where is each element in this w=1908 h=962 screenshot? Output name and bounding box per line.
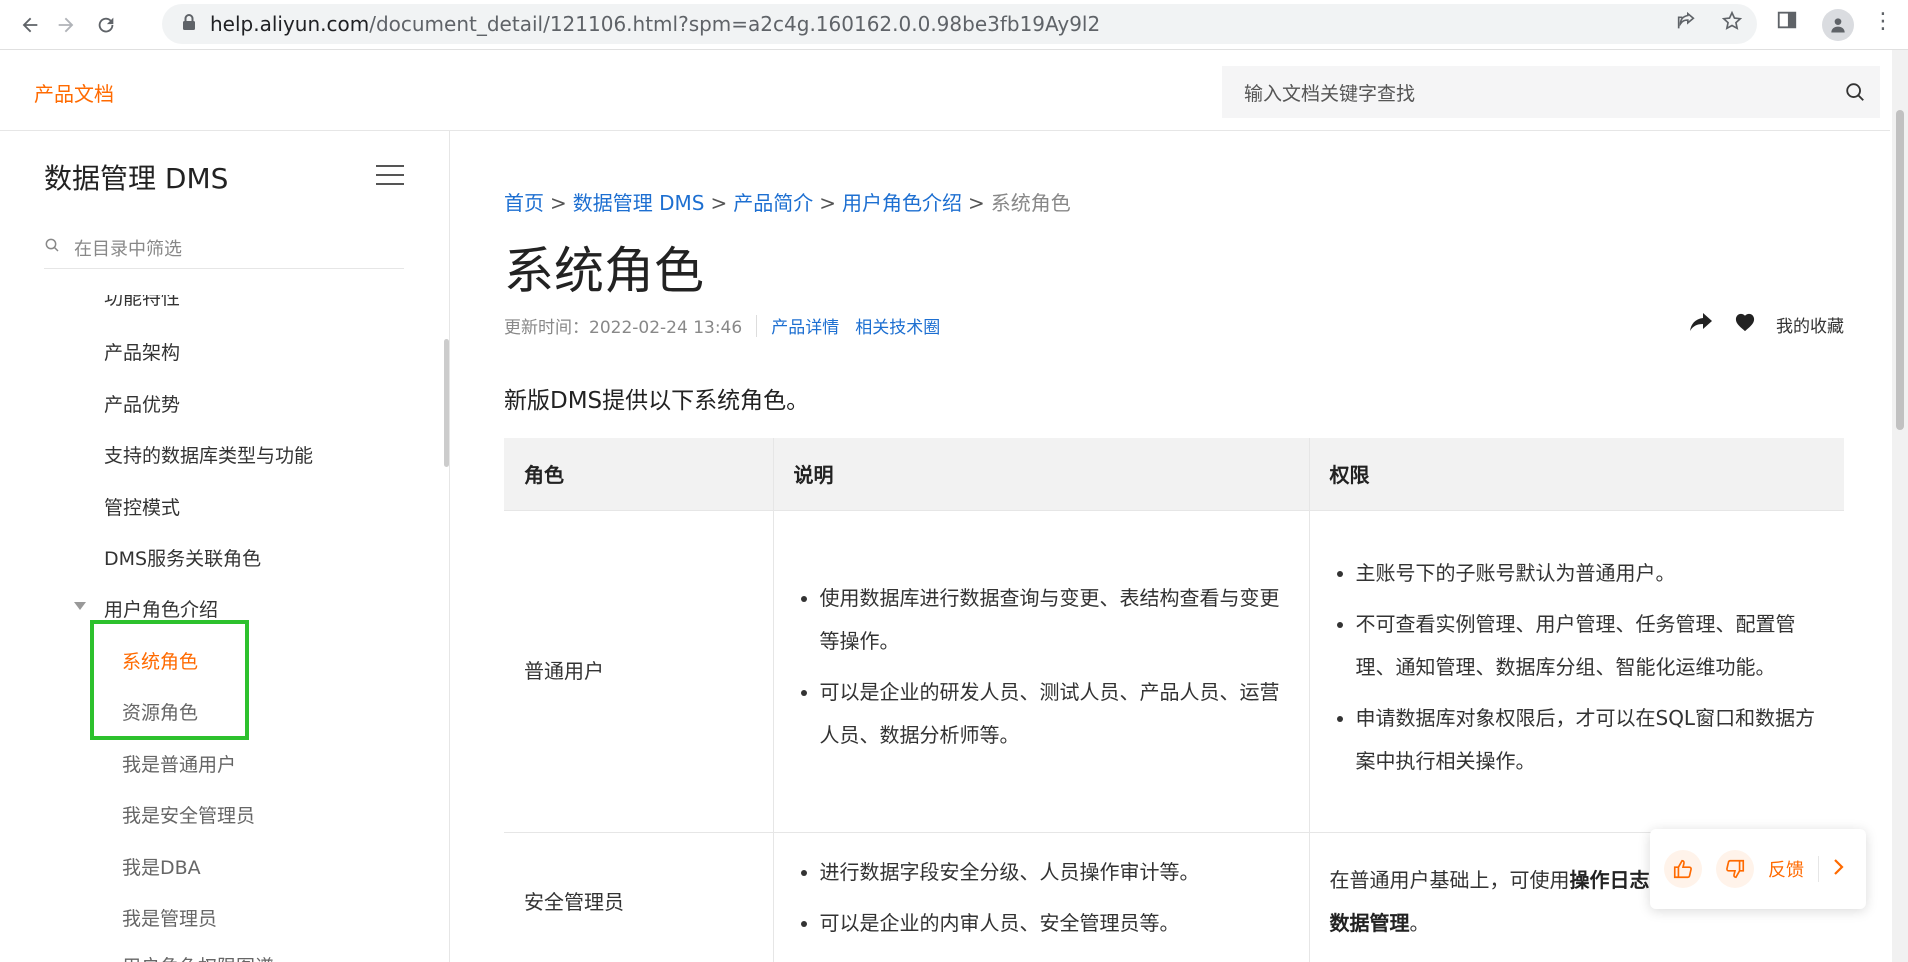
sidebar-item-db-types[interactable]: 支持的数据库类型与功能: [104, 441, 313, 468]
list-item: 可以是企业的内审人员、安全管理员等。: [820, 902, 1289, 945]
site-header: 产品文档 输入文档关键字查找: [0, 50, 1890, 131]
star-icon[interactable]: [1721, 10, 1743, 37]
doc-search-input[interactable]: 输入文档关键字查找: [1222, 66, 1880, 118]
intro-text: 新版DMS提供以下系统角色。: [504, 388, 810, 414]
desc-cell: 进行数据字段安全分级、人员操作审计等。 可以是企业的内审人员、安全管理员等。: [772, 832, 1309, 962]
breadcrumb-sep: >: [968, 191, 985, 215]
back-icon[interactable]: [14, 9, 46, 41]
sidebar-scrollbar[interactable]: [444, 339, 449, 467]
share-icon[interactable]: [1688, 311, 1714, 338]
doc-meta: 更新时间：2022-02-24 13:46 产品详情 相关技术圈: [504, 313, 956, 338]
roles-table: 角色 说明 权限 普通用户 使用数据库进行数据查询与变更、表结构查看与变更等操作…: [504, 438, 1844, 962]
brand-link[interactable]: 产品文档: [34, 78, 114, 107]
search-placeholder: 输入文档关键字查找: [1244, 82, 1416, 105]
profile-avatar[interactable]: [1822, 9, 1854, 41]
list-item: 不可查看实例管理、用户管理、任务管理、配置管理、通知管理、数据库分组、智能化运维…: [1356, 603, 1825, 689]
breadcrumb-home[interactable]: 首页: [504, 191, 544, 215]
browser-menu-icon[interactable]: ⋮: [1872, 9, 1894, 34]
table-header-row: 角色 说明 权限: [504, 438, 1844, 511]
list-item: 使用数据库进行数据查询与变更、表结构查看与变更等操作。: [820, 577, 1289, 663]
tech-circle-link[interactable]: 相关技术圈: [855, 313, 940, 338]
breadcrumb-sep: >: [710, 191, 728, 215]
sidebar-item-dba[interactable]: 我是DBA: [122, 853, 201, 880]
thumbs-down-icon[interactable]: [1716, 850, 1754, 888]
favorites-link[interactable]: 我的收藏: [1776, 312, 1844, 337]
reload-icon[interactable]: [90, 9, 122, 41]
breadcrumb-dms[interactable]: 数据管理 DMS: [573, 191, 705, 215]
sidebar-item-user-roles[interactable]: 用户角色介绍: [104, 595, 218, 622]
lock-icon: [182, 13, 196, 35]
perm-text: 在普通用户基础上，可使用: [1329, 868, 1570, 892]
list-item: 申请数据库对象权限后，才可以在SQL窗口和数据方案中执行相关操作。: [1356, 697, 1825, 783]
role-cell: 普通用户: [504, 510, 773, 833]
doc-actions: 我的收藏: [1688, 311, 1844, 338]
breadcrumb-intro[interactable]: 产品简介: [733, 191, 813, 215]
desc-cell: 使用数据库进行数据查询与变更、表结构查看与变更等操作。 可以是企业的研发人员、测…: [772, 510, 1309, 833]
role-cell: 安全管理员: [504, 832, 773, 962]
filter-placeholder: 在目录中筛选: [74, 238, 182, 260]
page-title: 系统角色: [504, 242, 704, 300]
sidebar-item-control-mode[interactable]: 管控模式: [104, 493, 180, 520]
feedback-widget: 反馈: [1650, 829, 1866, 909]
list-item: 进行数据字段安全分级、人员操作审计等。: [820, 851, 1289, 894]
sidebar-filter-input[interactable]: 在目录中筛选: [44, 227, 404, 269]
side-panel-icon[interactable]: [1776, 9, 1798, 31]
doc-sidebar: 数据管理 DMS 在目录中筛选 功能特性 产品架构 产品优势 支持的数据库类型与…: [0, 131, 450, 962]
menu-icon[interactable]: [376, 165, 404, 192]
url-text: help.aliyun.com/document_detail/121106.h…: [210, 12, 1100, 36]
caret-down-icon[interactable]: [74, 602, 86, 610]
share-icon[interactable]: [1675, 10, 1697, 37]
sidebar-item-features[interactable]: 功能特性: [104, 295, 180, 310]
url-path: /document_detail/121106.html?spm=a2c4g.1…: [369, 12, 1101, 36]
perm-suffix: 。: [1409, 911, 1430, 935]
page-scrollbar[interactable]: [1892, 50, 1908, 962]
sidebar-item-security-admin[interactable]: 我是安全管理员: [122, 801, 255, 828]
breadcrumb-sep: >: [550, 191, 567, 215]
doc-content: 首页 > 数据管理 DMS > 产品简介 > 用户角色介绍 > 系统角色 系统角色 更新时间：2…: [504, 131, 1844, 962]
sidebar-item-service-role[interactable]: DMS服务关联角色: [104, 544, 261, 571]
sidebar-item-permission-map[interactable]: 用户角色权限图谱: [122, 952, 274, 962]
sidebar-item-architecture[interactable]: 产品架构: [104, 338, 180, 365]
product-details-link[interactable]: 产品详情: [771, 313, 839, 338]
search-icon: [44, 237, 60, 258]
url-host: help.aliyun.com: [210, 12, 370, 36]
col-header-perm: 权限: [1308, 438, 1844, 511]
list-item: 可以是企业的研发人员、测试人员、产品人员、运营人员、数据分析师等。: [820, 671, 1289, 757]
breadcrumb: 首页 > 数据管理 DMS > 产品简介 > 用户角色介绍 > 系统角色: [504, 187, 1071, 216]
perm-cell: 主账号下的子账号默认为普通用户。 不可查看实例管理、用户管理、任务管理、配置管理…: [1308, 510, 1844, 833]
forward-icon[interactable]: [50, 9, 82, 41]
breadcrumb-current: 系统角色: [990, 191, 1071, 215]
sidebar-item-advantages[interactable]: 产品优势: [104, 390, 180, 417]
address-bar[interactable]: help.aliyun.com/document_detail/121106.h…: [162, 4, 1757, 44]
heart-icon[interactable]: [1734, 312, 1756, 337]
breadcrumb-sep: >: [819, 191, 837, 215]
sidebar-item-admin[interactable]: 我是管理员: [122, 904, 217, 931]
col-header-role: 角色: [504, 438, 773, 511]
chevron-right-icon[interactable]: [1833, 858, 1845, 880]
table-row: 普通用户 使用数据库进行数据查询与变更、表结构查看与变更等操作。 可以是企业的研…: [504, 510, 1844, 833]
browser-toolbar: help.aliyun.com/document_detail/121106.h…: [0, 0, 1908, 50]
sidebar-item-normal-user[interactable]: 我是普通用户: [122, 750, 236, 777]
table-row: 安全管理员 进行数据字段安全分级、人员操作审计等。 可以是企业的内审人员、安全管…: [504, 832, 1844, 962]
feedback-button[interactable]: 反馈: [1768, 856, 1804, 882]
search-icon[interactable]: [1830, 81, 1880, 103]
thumbs-up-icon[interactable]: [1664, 850, 1702, 888]
highlight-annotation: [90, 620, 249, 740]
sidebar-title: 数据管理 DMS: [44, 162, 229, 195]
col-header-desc: 说明: [772, 438, 1309, 511]
breadcrumb-user-roles[interactable]: 用户角色介绍: [842, 191, 962, 215]
updated-time: 更新时间：2022-02-24 13:46: [504, 318, 743, 338]
list-item: 主账号下的子账号默认为普通用户。: [1356, 552, 1825, 595]
